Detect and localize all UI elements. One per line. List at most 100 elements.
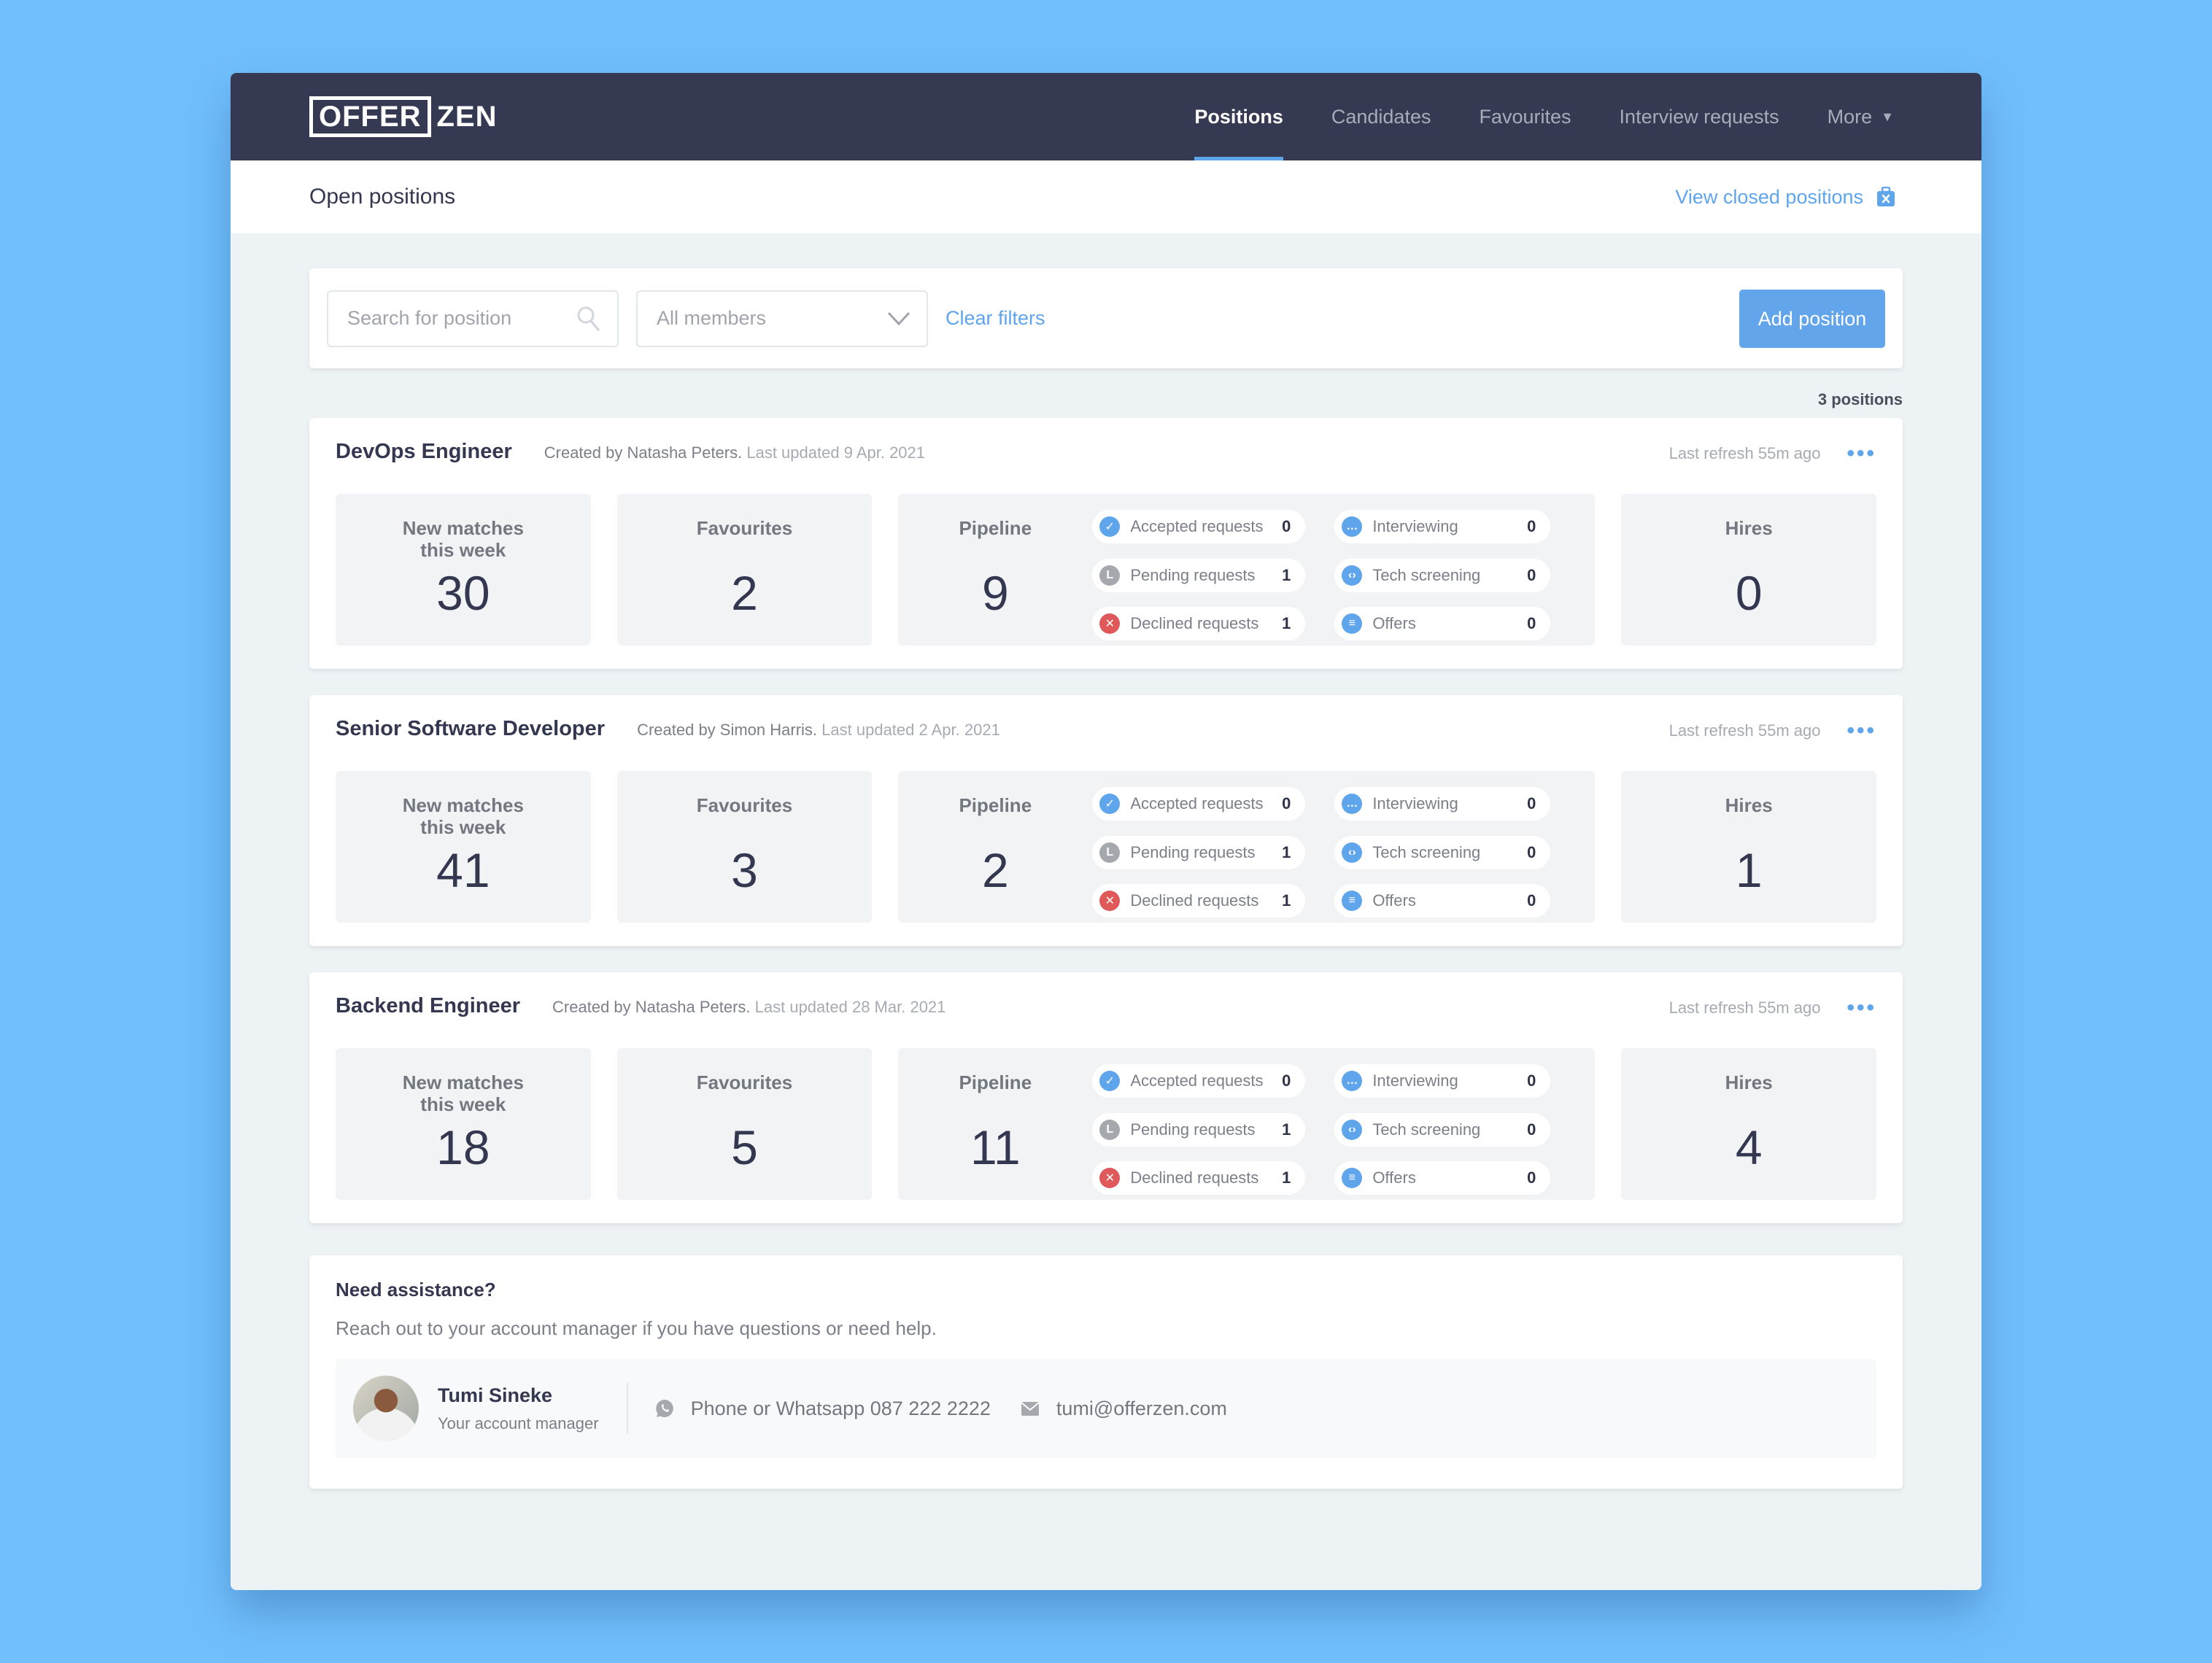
nav-candidates[interactable]: Candidates bbox=[1331, 73, 1431, 160]
position-title[interactable]: DevOps Engineer bbox=[336, 440, 512, 464]
pipeline-interviewing[interactable]: … Interviewing 0 bbox=[1334, 510, 1551, 543]
pill-count: 0 bbox=[1282, 794, 1291, 813]
more-options-icon[interactable]: ••• bbox=[1846, 720, 1876, 742]
stat-value: 3 bbox=[731, 843, 758, 897]
positions-list: DevOps Engineer Created by Natasha Peter… bbox=[309, 418, 1903, 1223]
stat-value: 4 bbox=[1735, 1120, 1763, 1174]
stat-label: New matches this week bbox=[402, 517, 524, 561]
page-title: Open positions bbox=[309, 185, 456, 209]
nav-favourites[interactable]: Favourites bbox=[1479, 73, 1571, 160]
assistance-title: Need assistance? bbox=[336, 1279, 496, 1300]
pipeline-offers[interactable]: ≡ Offers 0 bbox=[1334, 1161, 1551, 1195]
add-position-button[interactable]: Add position bbox=[1739, 290, 1885, 348]
pill-label: Tech screening bbox=[1372, 1120, 1481, 1139]
assistance-subtitle: Reach out to your account manager if you… bbox=[336, 1317, 937, 1339]
stat-favourites[interactable]: Favourites 3 bbox=[616, 771, 873, 923]
pipeline-interviewing[interactable]: … Interviewing 0 bbox=[1334, 1064, 1551, 1098]
stat-value: 2 bbox=[981, 843, 1009, 897]
pipeline-declined[interactable]: ✕ Declined requests 1 bbox=[1092, 884, 1306, 918]
position-last-updated: Last updated 28 Mar. 2021 bbox=[754, 998, 946, 1016]
position-card[interactable]: Senior Software Developer Created by Sim… bbox=[309, 695, 1903, 946]
x-circle-icon: ✕ bbox=[1099, 1168, 1121, 1189]
more-options-icon[interactable]: ••• bbox=[1846, 997, 1876, 1019]
stat-value: 0 bbox=[1735, 566, 1763, 620]
stat-label: Favourites bbox=[696, 794, 793, 816]
search-input[interactable]: Search for position bbox=[327, 290, 619, 347]
pill-label: Interviewing bbox=[1372, 794, 1458, 813]
pipeline-breakdown: ✓ Accepted requests 0 … Interviewing 0 L… bbox=[1092, 1048, 1551, 1200]
pipeline-tech-screening[interactable]: ‹› Tech screening 0 bbox=[1334, 558, 1551, 592]
pill-count: 1 bbox=[1282, 842, 1291, 861]
offerzen-logo[interactable]: OFFER ZEN bbox=[309, 96, 498, 137]
phone-contact[interactable]: Phone or Whatsapp 087 222 2222 bbox=[654, 1398, 991, 1420]
position-title[interactable]: Senior Software Developer bbox=[336, 717, 605, 741]
app-window: OFFER ZEN Positions Candidates Favourite… bbox=[231, 73, 1981, 1590]
stat-pipeline: Pipeline 11 ✓ Accepted requests 0 … Inte… bbox=[898, 1048, 1596, 1200]
pipeline-accepted[interactable]: ✓ Accepted requests 0 bbox=[1092, 510, 1306, 543]
clock-icon: L bbox=[1099, 1119, 1121, 1140]
pipeline-offers[interactable]: ≡ Offers 0 bbox=[1334, 607, 1551, 641]
divider bbox=[626, 1383, 628, 1434]
stat-new-matches[interactable]: New matches this week 18 bbox=[336, 1048, 591, 1200]
pill-label: Tech screening bbox=[1372, 842, 1481, 861]
stat-hires[interactable]: Hires 1 bbox=[1621, 771, 1877, 923]
x-circle-icon: ✕ bbox=[1099, 891, 1121, 912]
position-created-by: Created by Simon Harris. bbox=[637, 721, 818, 739]
briefcase-x-icon bbox=[1877, 187, 1895, 206]
chevron-down-icon bbox=[887, 311, 910, 325]
pipeline-tech-screening[interactable]: ‹› Tech screening 0 bbox=[1334, 1112, 1551, 1147]
stat-label: Pipeline bbox=[959, 794, 1032, 816]
pill-label: Offers bbox=[1372, 891, 1416, 910]
pipeline-total[interactable]: Pipeline 9 bbox=[898, 494, 1092, 646]
pipeline-declined[interactable]: ✕ Declined requests 1 bbox=[1092, 1161, 1306, 1195]
position-header: Senior Software Developer Created by Sim… bbox=[336, 717, 1876, 749]
stat-value: 5 bbox=[731, 1120, 758, 1174]
pipeline-total[interactable]: Pipeline 11 bbox=[898, 1048, 1092, 1200]
pipeline-accepted[interactable]: ✓ Accepted requests 0 bbox=[1092, 1064, 1306, 1098]
stat-label: Hires bbox=[1725, 517, 1773, 539]
stat-new-matches[interactable]: New matches this week 30 bbox=[336, 494, 591, 646]
pipeline-accepted[interactable]: ✓ Accepted requests 0 bbox=[1092, 787, 1306, 821]
pipeline-pending[interactable]: L Pending requests 1 bbox=[1092, 1112, 1306, 1147]
pipeline-offers[interactable]: ≡ Offers 0 bbox=[1334, 884, 1551, 918]
position-title[interactable]: Backend Engineer bbox=[336, 994, 520, 1018]
clear-filters-link[interactable]: Clear filters bbox=[945, 307, 1045, 330]
view-closed-positions-link[interactable]: View closed positions bbox=[1675, 186, 1895, 209]
pill-count: 0 bbox=[1527, 614, 1536, 633]
nav-more-dropdown[interactable]: More ▼ bbox=[1828, 73, 1894, 160]
stat-label: Favourites bbox=[696, 1071, 793, 1093]
code-icon: ‹› bbox=[1342, 565, 1363, 586]
pipeline-interviewing[interactable]: … Interviewing 0 bbox=[1334, 787, 1551, 821]
pill-count: 0 bbox=[1527, 565, 1536, 584]
stat-hires[interactable]: Hires 0 bbox=[1621, 494, 1877, 646]
stat-pipeline: Pipeline 2 ✓ Accepted requests 0 … Inter… bbox=[898, 771, 1596, 923]
account-manager-role: Your account manager bbox=[438, 1414, 599, 1433]
pipeline-tech-screening[interactable]: ‹› Tech screening 0 bbox=[1334, 835, 1551, 869]
pill-label: Pending requests bbox=[1130, 565, 1256, 584]
pill-count: 0 bbox=[1527, 1071, 1536, 1090]
stat-label: Favourites bbox=[696, 517, 793, 539]
code-icon: ‹› bbox=[1342, 1119, 1363, 1140]
account-manager-contact: Tumi Sineke Your account manager Phone o… bbox=[336, 1359, 1876, 1458]
pill-count: 0 bbox=[1282, 517, 1291, 535]
pipeline-total[interactable]: Pipeline 2 bbox=[898, 771, 1092, 923]
stat-label: Hires bbox=[1725, 794, 1773, 816]
stat-value: 1 bbox=[1735, 843, 1763, 897]
position-card[interactable]: DevOps Engineer Created by Natasha Peter… bbox=[309, 418, 1903, 669]
nav-positions[interactable]: Positions bbox=[1194, 73, 1283, 160]
pill-label: Accepted requests bbox=[1130, 794, 1264, 813]
members-select[interactable]: All members bbox=[636, 290, 928, 347]
more-options-icon[interactable]: ••• bbox=[1846, 443, 1876, 465]
pipeline-pending[interactable]: L Pending requests 1 bbox=[1092, 558, 1306, 592]
nav-interview-requests[interactable]: Interview requests bbox=[1620, 73, 1779, 160]
pipeline-pending[interactable]: L Pending requests 1 bbox=[1092, 835, 1306, 869]
pipeline-declined[interactable]: ✕ Declined requests 1 bbox=[1092, 607, 1306, 641]
last-refresh: Last refresh 55m ago bbox=[1668, 999, 1821, 1017]
position-card[interactable]: Backend Engineer Created by Natasha Pete… bbox=[309, 972, 1903, 1223]
stat-favourites[interactable]: Favourites 2 bbox=[616, 494, 873, 646]
stat-hires[interactable]: Hires 4 bbox=[1621, 1048, 1877, 1200]
stat-favourites[interactable]: Favourites 5 bbox=[616, 1048, 873, 1200]
email-contact[interactable]: tumi@offerzen.com bbox=[1020, 1398, 1227, 1420]
stat-new-matches[interactable]: New matches this week 41 bbox=[336, 771, 591, 923]
account-manager-avatar bbox=[353, 1376, 419, 1441]
